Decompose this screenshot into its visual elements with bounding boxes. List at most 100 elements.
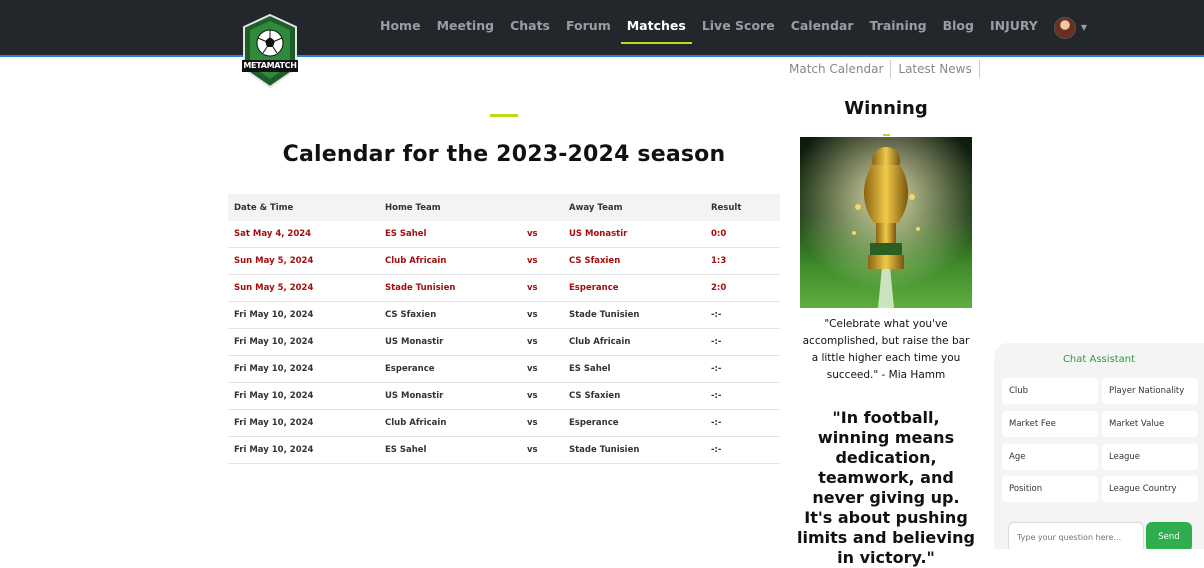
table-row: Sun May 5, 2024 Club Africain vs CS Sfax… — [228, 247, 780, 275]
subnav-match-calendar[interactable]: Match Calendar — [782, 60, 892, 78]
home-team: Stade Tunisien — [379, 274, 521, 302]
nav-forum[interactable]: Forum — [566, 0, 611, 55]
away-team: CS Sfaxien — [563, 247, 705, 275]
sub-nav: Match Calendar Latest News — [782, 60, 980, 78]
chat-assistant-title: Chat Assistant — [1062, 354, 1136, 365]
home-team: US Monastir — [379, 382, 521, 410]
match-result: 2:0 — [705, 274, 780, 302]
chip-league-country[interactable]: League Country — [1102, 476, 1198, 502]
world-cup-trophy-image — [800, 137, 972, 308]
match-date: Fri May 10, 2024 — [228, 328, 379, 356]
chip-age[interactable]: Age — [1002, 444, 1098, 470]
match-date: Fri May 10, 2024 — [228, 436, 379, 464]
match-result: 1:3 — [705, 247, 780, 275]
match-date: Sun May 5, 2024 — [228, 274, 379, 302]
caret-down-icon[interactable]: ▼ — [1081, 23, 1087, 32]
vs-label: vs — [521, 274, 563, 302]
nav-calendar[interactable]: Calendar — [791, 0, 854, 55]
match-date: Fri May 10, 2024 — [228, 409, 379, 437]
away-team: Club Africain — [563, 328, 705, 356]
vs-label: vs — [521, 355, 563, 383]
vs-label: vs — [521, 247, 563, 275]
chat-assistant-panel: Chat Assistant Club Player Nationality M… — [994, 343, 1204, 549]
chip-market-fee[interactable]: Market Fee — [1002, 411, 1098, 437]
match-calendar-table: Date & Time Home Team Away Team Result S… — [228, 194, 780, 464]
nav-blog[interactable]: Blog — [943, 0, 974, 55]
chip-position[interactable]: Position — [1002, 476, 1098, 502]
home-team: US Monastir — [379, 328, 521, 356]
chat-question-input[interactable] — [1008, 522, 1144, 549]
vs-label: vs — [521, 409, 563, 437]
shield-logo-icon — [242, 13, 298, 89]
chip-league[interactable]: League — [1102, 444, 1198, 470]
nav-meeting[interactable]: Meeting — [437, 0, 495, 55]
match-date: Fri May 10, 2024 — [228, 355, 379, 383]
match-result: -:- — [705, 301, 780, 329]
table-row: Fri May 10, 2024 Esperance vs ES Sahel -… — [228, 355, 780, 383]
chip-player-nationality[interactable]: Player Nationality — [1102, 378, 1198, 404]
user-avatar[interactable] — [1053, 16, 1076, 39]
home-team: Esperance — [379, 355, 521, 383]
table-row: Fri May 10, 2024 US Monastir vs CS Sfaxi… — [228, 382, 780, 410]
table-row: Sat May 4, 2024 ES Sahel vs US Monastir … — [228, 221, 780, 248]
vs-label: vs — [521, 436, 563, 464]
match-date: Sat May 4, 2024 — [228, 221, 379, 248]
match-result: -:- — [705, 355, 780, 383]
trophy-icon — [800, 137, 972, 308]
nav-live-score[interactable]: Live Score — [702, 0, 775, 55]
match-result: 0:0 — [705, 221, 780, 248]
title-accent-bar — [490, 114, 518, 117]
away-team: US Monastir — [563, 221, 705, 248]
away-team: Esperance — [563, 409, 705, 437]
home-team: ES Sahel — [379, 221, 521, 248]
home-team: Club Africain — [379, 247, 521, 275]
col-header-result: Result — [711, 202, 742, 213]
main-nav: Home Meeting Chats Forum Matches Live Sc… — [372, 0, 1087, 55]
table-row: Fri May 10, 2024 Club Africain vs Espera… — [228, 409, 780, 437]
col-header-vs — [521, 194, 563, 221]
nav-training[interactable]: Training — [870, 0, 927, 55]
chip-market-value[interactable]: Market Value — [1102, 411, 1198, 437]
col-header-home: Home Team — [385, 202, 441, 213]
vs-label: vs — [521, 301, 563, 329]
match-date: Fri May 10, 2024 — [228, 382, 379, 410]
vs-label: vs — [521, 382, 563, 410]
winning-accent-bar — [883, 134, 890, 136]
table-header-row: Date & Time Home Team Away Team Result — [228, 194, 780, 221]
nav-chats[interactable]: Chats — [510, 0, 550, 55]
nav-injury[interactable]: INJURY — [990, 0, 1038, 55]
match-result: -:- — [705, 409, 780, 437]
top-navbar: Home Meeting Chats Forum Matches Live Sc… — [0, 0, 1204, 57]
nav-matches[interactable]: Matches — [620, 0, 692, 55]
page-title: Calendar for the 2023-2024 season — [282, 142, 726, 167]
quote-mia-hamm: "Celebrate what you've accomplished, but… — [802, 318, 970, 381]
nav-home[interactable]: Home — [380, 0, 421, 55]
chat-send-button[interactable]: Send — [1146, 522, 1192, 549]
table-row: Sun May 5, 2024 Stade Tunisien vs Espera… — [228, 274, 780, 302]
table-row: Fri May 10, 2024 ES Sahel vs Stade Tunis… — [228, 436, 780, 464]
table-row: Fri May 10, 2024 CS Sfaxien vs Stade Tun… — [228, 301, 780, 329]
metamatch-logo[interactable]: METAMATCH — [242, 13, 298, 89]
away-team: ES Sahel — [563, 355, 705, 383]
col-header-date: Date & Time — [234, 202, 294, 213]
away-team: Esperance — [563, 274, 705, 302]
table-row: Fri May 10, 2024 US Monastir vs Club Afr… — [228, 328, 780, 356]
match-result: -:- — [705, 436, 780, 464]
vs-label: vs — [521, 328, 563, 356]
vs-label: vs — [521, 221, 563, 248]
match-result: -:- — [705, 382, 780, 410]
match-date: Sun May 5, 2024 — [228, 247, 379, 275]
away-team: CS Sfaxien — [563, 382, 705, 410]
subnav-latest-news[interactable]: Latest News — [891, 60, 980, 78]
chip-club[interactable]: Club — [1002, 378, 1098, 404]
quote-football-winning: "In football, winning means dedication, … — [797, 408, 975, 567]
home-team: CS Sfaxien — [379, 301, 521, 329]
logo-text: METAMATCH — [243, 61, 297, 70]
match-result: -:- — [705, 328, 780, 356]
away-team: Stade Tunisien — [563, 301, 705, 329]
home-team: Club Africain — [379, 409, 521, 437]
away-team: Stade Tunisien — [563, 436, 705, 464]
match-date: Fri May 10, 2024 — [228, 301, 379, 329]
winning-title: Winning — [844, 98, 928, 119]
home-team: ES Sahel — [379, 436, 521, 464]
